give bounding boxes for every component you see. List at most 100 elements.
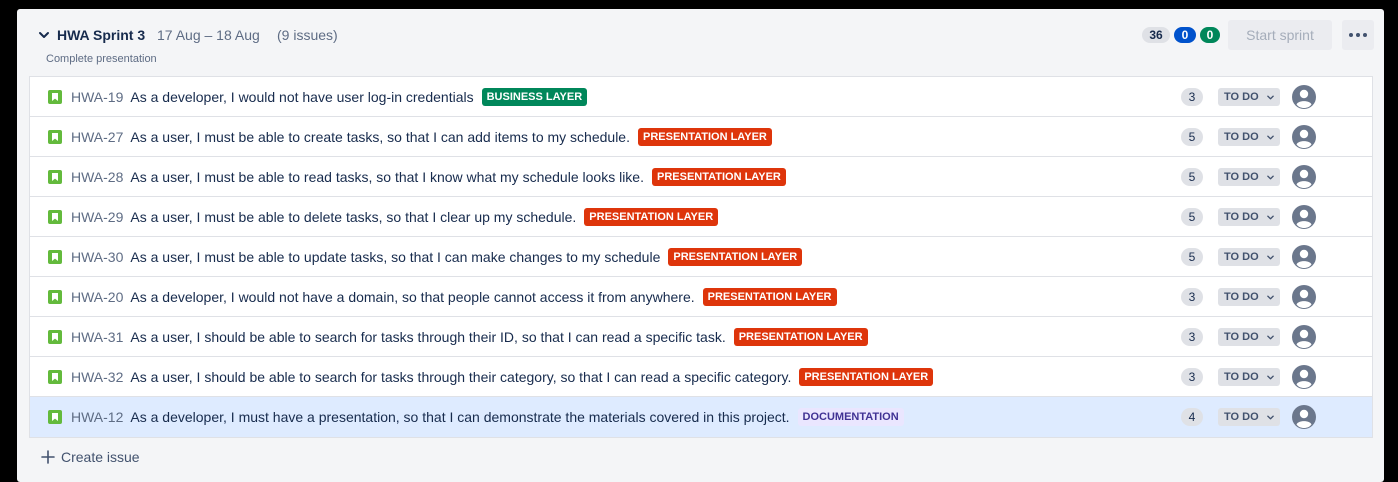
- issue-summary: As a user, I should be able to search fo…: [130, 369, 792, 385]
- story-icon: [48, 290, 62, 304]
- chevron-down-icon: [1267, 215, 1274, 220]
- unassigned-avatar-icon[interactable]: [1291, 204, 1317, 230]
- chevron-down-icon: [1267, 95, 1274, 100]
- issue-row[interactable]: HWA-19 As a developer, I would not have …: [30, 77, 1372, 117]
- issue-content: HWA-30 As a user, I must be able to upda…: [71, 248, 803, 266]
- story-points-badge: 3: [1181, 288, 1203, 306]
- unassigned-avatar-icon[interactable]: [1291, 84, 1317, 110]
- chevron-down-icon: [1267, 415, 1274, 420]
- story-points-badge: 3: [1181, 368, 1203, 386]
- unassigned-avatar-icon[interactable]: [1291, 164, 1317, 190]
- issue-summary: As a user, I must be able to delete task…: [130, 209, 577, 225]
- unassigned-avatar-icon[interactable]: [1291, 364, 1317, 390]
- more-icon: [1363, 33, 1367, 37]
- unassigned-avatar-icon[interactable]: [1291, 324, 1317, 350]
- issue-key[interactable]: HWA-20: [71, 289, 123, 305]
- issue-content: HWA-28 As a user, I must be able to read…: [71, 168, 786, 186]
- status-dropdown[interactable]: TO DO: [1218, 288, 1280, 306]
- status-dropdown[interactable]: TO DO: [1218, 328, 1280, 346]
- story-icon: [48, 210, 62, 224]
- epic-lozenge[interactable]: PRESENTATION LAYER: [651, 168, 786, 186]
- epic-lozenge[interactable]: PRESENTATION LAYER: [702, 288, 837, 306]
- story-icon: [48, 370, 62, 384]
- in-progress-points-badge: 0: [1174, 27, 1196, 43]
- status-dropdown[interactable]: TO DO: [1218, 248, 1280, 266]
- unassigned-avatar-icon[interactable]: [1291, 124, 1317, 150]
- sprint-goal: Complete presentation: [46, 53, 157, 65]
- chevron-down-icon: [1267, 255, 1274, 260]
- sprint-dates: 17 Aug – 18 Aug: [157, 27, 260, 43]
- issue-summary: As a user, I must be able to read tasks,…: [130, 169, 644, 185]
- epic-lozenge[interactable]: DOCUMENTATION: [797, 408, 904, 426]
- issue-row[interactable]: HWA-32 As a user, I should be able to se…: [30, 357, 1372, 397]
- status-label: TO DO: [1224, 171, 1259, 183]
- sprint-header: HWA Sprint 3 17 Aug – 18 Aug (9 issues) …: [17, 9, 1384, 79]
- issue-content: HWA-27 As a user, I must be able to crea…: [71, 128, 772, 146]
- issue-row[interactable]: HWA-28 As a user, I must be able to read…: [30, 157, 1372, 197]
- status-dropdown[interactable]: TO DO: [1218, 128, 1280, 146]
- issue-summary: As a developer, I would not have user lo…: [130, 89, 474, 105]
- story-points-badge: 5: [1181, 128, 1203, 146]
- sprint-issue-count: (9 issues): [277, 27, 338, 43]
- issue-content: HWA-29 As a user, I must be able to dele…: [71, 208, 719, 226]
- issue-summary: As a user, I must be able to create task…: [130, 129, 630, 145]
- issue-key[interactable]: HWA-32: [71, 369, 123, 385]
- epic-lozenge[interactable]: PRESENTATION LAYER: [733, 328, 868, 346]
- sprint-name[interactable]: HWA Sprint 3: [57, 27, 145, 43]
- issue-key[interactable]: HWA-19: [71, 89, 123, 105]
- status-label: TO DO: [1224, 131, 1259, 143]
- story-icon: [48, 410, 62, 424]
- status-dropdown[interactable]: TO DO: [1218, 408, 1280, 426]
- issue-content: HWA-19 As a developer, I would not have …: [71, 88, 588, 106]
- issue-list: HWA-19 As a developer, I would not have …: [29, 76, 1373, 438]
- issue-row[interactable]: HWA-31 As a user, I should be able to se…: [30, 317, 1372, 357]
- start-sprint-button[interactable]: Start sprint: [1228, 20, 1332, 50]
- status-dropdown[interactable]: TO DO: [1218, 208, 1280, 226]
- story-points-badge: 5: [1181, 168, 1203, 186]
- epic-lozenge[interactable]: PRESENTATION LAYER: [799, 368, 934, 386]
- epic-lozenge[interactable]: BUSINESS LAYER: [481, 88, 588, 106]
- issue-row[interactable]: HWA-30 As a user, I must be able to upda…: [30, 237, 1372, 277]
- story-points-badge: 5: [1181, 248, 1203, 266]
- issue-content: HWA-31 As a user, I should be able to se…: [71, 328, 868, 346]
- status-dropdown[interactable]: TO DO: [1218, 168, 1280, 186]
- issue-row[interactable]: HWA-27 As a user, I must be able to crea…: [30, 117, 1372, 157]
- story-icon: [48, 130, 62, 144]
- chevron-down-icon: [1267, 295, 1274, 300]
- epic-lozenge[interactable]: PRESENTATION LAYER: [637, 128, 772, 146]
- status-dropdown[interactable]: TO DO: [1218, 88, 1280, 106]
- story-icon: [48, 330, 62, 344]
- status-label: TO DO: [1224, 211, 1259, 223]
- issue-key[interactable]: HWA-12: [71, 409, 123, 425]
- issue-row[interactable]: HWA-12 As a developer, I must have a pre…: [30, 397, 1372, 437]
- story-icon: [48, 250, 62, 264]
- issue-row[interactable]: HWA-20 As a developer, I would not have …: [30, 277, 1372, 317]
- story-icon: [48, 90, 62, 104]
- status-label: TO DO: [1224, 291, 1259, 303]
- status-dropdown[interactable]: TO DO: [1218, 368, 1280, 386]
- chevron-down-icon: [1267, 135, 1274, 140]
- unassigned-avatar-icon[interactable]: [1291, 284, 1317, 310]
- chevron-down-icon: [1267, 175, 1274, 180]
- issue-key[interactable]: HWA-31: [71, 329, 123, 345]
- issue-key[interactable]: HWA-30: [71, 249, 123, 265]
- epic-lozenge[interactable]: PRESENTATION LAYER: [668, 248, 803, 266]
- epic-lozenge[interactable]: PRESENTATION LAYER: [584, 208, 719, 226]
- unassigned-avatar-icon[interactable]: [1291, 404, 1317, 430]
- issue-key[interactable]: HWA-28: [71, 169, 123, 185]
- issue-key[interactable]: HWA-27: [71, 129, 123, 145]
- create-issue-button[interactable]: Create issue: [41, 446, 140, 468]
- issue-row[interactable]: HWA-29 As a user, I must be able to dele…: [30, 197, 1372, 237]
- status-label: TO DO: [1224, 91, 1259, 103]
- sprint-panel: HWA Sprint 3 17 Aug – 18 Aug (9 issues) …: [17, 9, 1384, 482]
- chevron-down-icon[interactable]: [38, 29, 50, 41]
- issue-summary: As a user, I must be able to update task…: [130, 249, 661, 265]
- todo-points-badge: 36: [1142, 27, 1170, 43]
- issue-content: HWA-32 As a user, I should be able to se…: [71, 368, 934, 386]
- issue-key[interactable]: HWA-29: [71, 209, 123, 225]
- more-actions-button[interactable]: [1342, 20, 1374, 50]
- status-label: TO DO: [1224, 251, 1259, 263]
- plus-icon: [41, 450, 55, 464]
- issue-content: HWA-20 As a developer, I would not have …: [71, 288, 837, 306]
- unassigned-avatar-icon[interactable]: [1291, 244, 1317, 270]
